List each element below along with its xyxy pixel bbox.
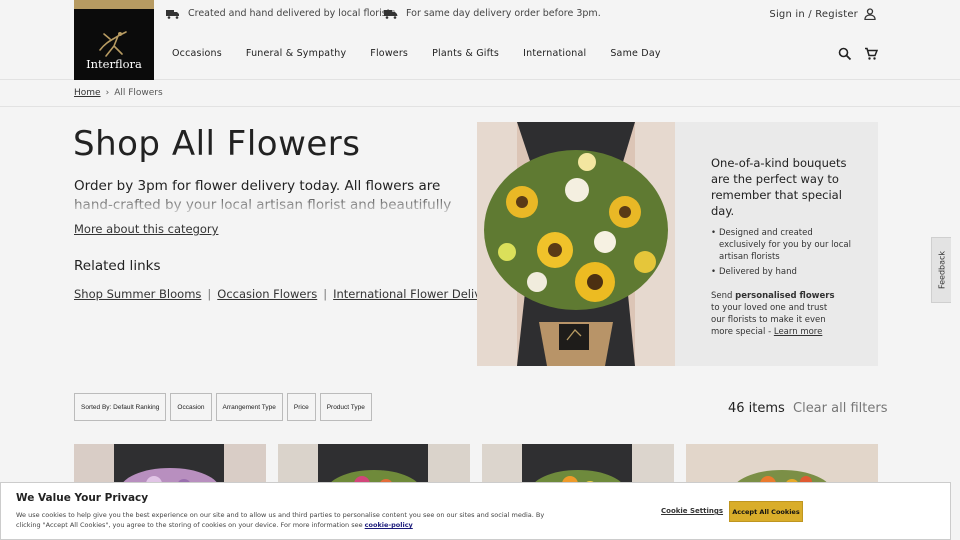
- sign-in-register-link[interactable]: Sign in / Register: [769, 8, 876, 20]
- cookie-policy-link[interactable]: cookie-policy: [365, 521, 413, 529]
- panel-heading: One-of-a-kind bouquets are the perfect w…: [711, 156, 847, 218]
- logo-wordmark: Interflora: [86, 57, 142, 71]
- breadcrumb: Home › All Flowers: [74, 88, 163, 98]
- breadcrumb-current: All Flowers: [114, 88, 163, 98]
- chevron-right-icon: ›: [105, 88, 110, 98]
- filter-product-type-button[interactable]: Product Type: [319, 393, 372, 421]
- filter-bar: Sorted By: Default Ranking Occasion Arra…: [74, 393, 376, 421]
- cookie-settings-button[interactable]: Cookie Settings: [661, 507, 723, 515]
- category-intro: Order by 3pm for flower delivery today. …: [74, 177, 469, 215]
- accept-all-cookies-button[interactable]: Accept All Cookies: [729, 501, 803, 522]
- sort-button[interactable]: Sorted By: Default Ranking: [74, 393, 167, 421]
- intro-fade-overlay: [74, 196, 469, 215]
- main-nav: Occasions Funeral & Sympathy Flowers Pla…: [172, 48, 685, 59]
- panel-bullet: Designed and created exclusively for you…: [711, 227, 855, 263]
- search-icon[interactable]: [838, 46, 852, 61]
- link-divider: |: [207, 287, 212, 301]
- clear-all-filters-link[interactable]: Clear all filters: [793, 401, 887, 416]
- more-about-category-link[interactable]: More about this category: [74, 222, 218, 236]
- send-prefix: Send: [711, 291, 733, 301]
- cookie-banner-text: We use cookies to help give you the best…: [16, 510, 546, 530]
- hero-bouquet-image: [477, 122, 675, 366]
- sign-in-label: Sign in / Register: [769, 8, 858, 20]
- nav-item-occasions[interactable]: Occasions: [172, 48, 222, 59]
- user-icon: [864, 8, 876, 20]
- related-link-international[interactable]: International Flower Delivery: [333, 287, 500, 301]
- related-links: Shop Summer Blooms | Occasion Flowers | …: [74, 287, 500, 301]
- promo-same-day: For same day delivery order before 3pm.: [384, 8, 601, 19]
- nav-item-international[interactable]: International: [523, 48, 586, 59]
- filter-occasion-button[interactable]: Occasion: [170, 393, 212, 421]
- link-divider: |: [323, 287, 328, 301]
- delivery-truck-icon: [166, 9, 179, 19]
- feedback-label: Feedback: [937, 250, 946, 290]
- filter-arrangement-type-button[interactable]: Arrangement Type: [215, 393, 283, 421]
- related-links-heading: Related links: [74, 258, 161, 274]
- cookie-banner-title: We Value Your Privacy: [16, 492, 149, 504]
- breadcrumb-bar: Home › All Flowers: [0, 80, 960, 107]
- promo-florists: Created and hand delivered by local flor…: [166, 8, 398, 19]
- panel-bullets: Designed and created exclusively for you…: [711, 227, 858, 278]
- nav-item-funeral-sympathy[interactable]: Funeral & Sympathy: [246, 48, 346, 59]
- hero-info-panel: One-of-a-kind bouquets are the perfect w…: [675, 122, 878, 366]
- learn-more-link[interactable]: Learn more: [774, 327, 822, 337]
- cookie-consent-banner: We Value Your Privacy We use cookies to …: [0, 482, 951, 540]
- related-link-summer-blooms[interactable]: Shop Summer Blooms: [74, 287, 201, 301]
- delivery-truck-icon: [384, 9, 397, 19]
- nav-item-flowers[interactable]: Flowers: [370, 48, 408, 59]
- related-link-occasion-flowers[interactable]: Occasion Flowers: [217, 287, 317, 301]
- filter-price-button[interactable]: Price: [286, 393, 316, 421]
- logo-gold-strip: [74, 0, 154, 9]
- nav-item-same-day[interactable]: Same Day: [610, 48, 660, 59]
- send-bold: personalised flowers: [735, 291, 835, 301]
- breadcrumb-home[interactable]: Home: [74, 88, 101, 98]
- personalised-flowers-text: Send personalised flowers to your loved …: [711, 290, 841, 338]
- mercury-figure-icon: [99, 31, 127, 57]
- cart-icon[interactable]: [864, 46, 879, 60]
- item-count: 46 items: [728, 401, 785, 416]
- interflora-logo[interactable]: Interflora: [74, 0, 154, 80]
- nav-item-plants-gifts[interactable]: Plants & Gifts: [432, 48, 499, 59]
- nav-icons: [838, 46, 890, 61]
- cookie-text-body: We use cookies to help give you the best…: [16, 511, 545, 529]
- panel-bullet: Delivered by hand: [711, 266, 855, 278]
- promo-florists-text: Created and hand delivered by local flor…: [188, 8, 399, 19]
- feedback-tab[interactable]: Feedback: [931, 237, 951, 303]
- page-title: Shop All Flowers: [73, 124, 361, 164]
- promo-same-day-text: For same day delivery order before 3pm.: [406, 8, 601, 19]
